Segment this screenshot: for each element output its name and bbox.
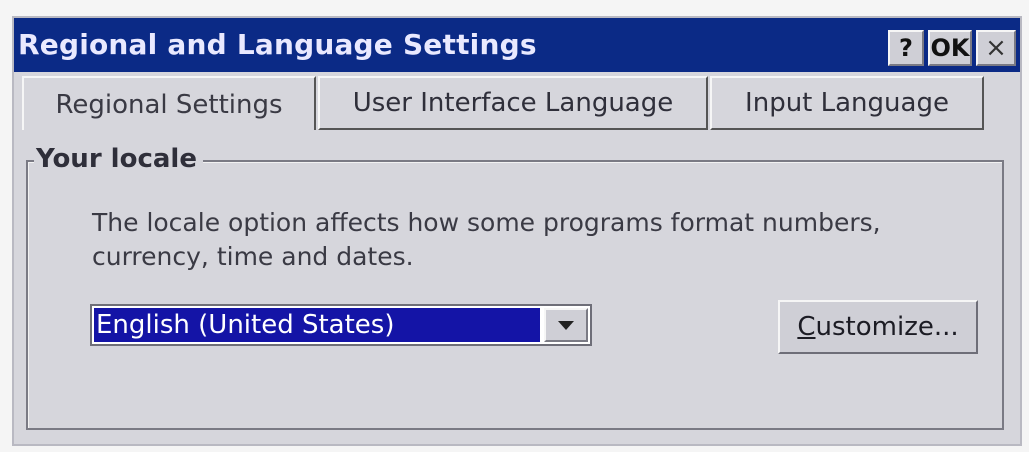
title-bar: Regional and Language Settings ? OK × <box>14 18 1020 72</box>
tab-regional-settings[interactable]: Regional Settings <box>22 76 316 132</box>
help-button[interactable]: ? <box>888 30 924 66</box>
tab-input-language[interactable]: Input Language <box>710 76 984 130</box>
locale-dropdown[interactable]: English (United States) <box>90 304 592 346</box>
tab-user-interface-language[interactable]: User Interface Language <box>318 76 708 130</box>
screen: Regional and Language Settings ? OK × Re… <box>0 0 1029 452</box>
group-label-your-locale: Your locale <box>34 144 203 174</box>
chevron-down-icon <box>558 320 574 330</box>
window-title: Regional and Language Settings <box>18 28 537 61</box>
close-button[interactable]: × <box>976 30 1016 66</box>
locale-description: The locale option affects how some progr… <box>92 208 881 271</box>
dropdown-button[interactable] <box>544 308 588 342</box>
customize-accelerator: C <box>797 312 816 342</box>
customize-label: ustomize... <box>815 312 959 342</box>
ok-button[interactable]: OK <box>928 30 972 66</box>
tab-strip: Regional Settings User Interface Languag… <box>14 76 1020 132</box>
dialog-window: Regional and Language Settings ? OK × Re… <box>12 16 1022 446</box>
tab-panel: Your locale The locale option affects ho… <box>18 130 1016 440</box>
customize-button[interactable]: Customize... <box>778 300 978 354</box>
locale-group <box>26 160 1004 430</box>
locale-selected-value: English (United States) <box>94 308 540 342</box>
